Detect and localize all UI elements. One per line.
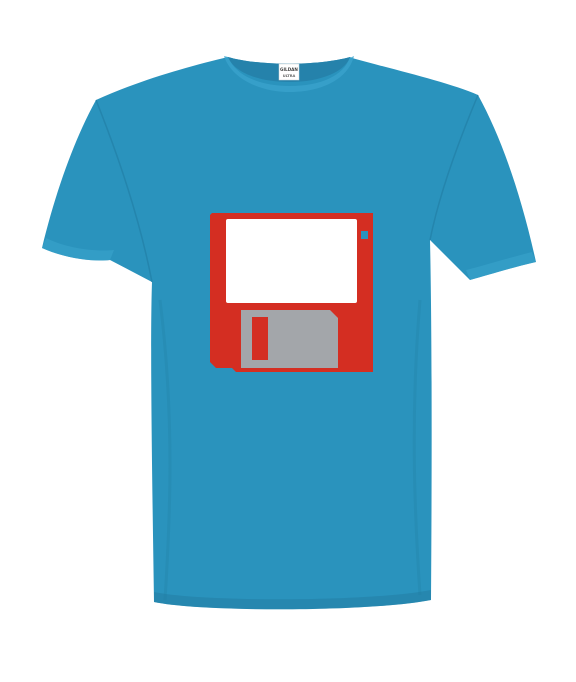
write-protect-notch [361, 231, 368, 239]
floppy-shutter-window [252, 317, 268, 360]
neck-label: GILDAN ULTRA [278, 63, 300, 81]
floppy-disk-icon [210, 213, 373, 372]
neck-label-size: ULTRA [283, 74, 296, 78]
product-image: GILDAN ULTRA [0, 0, 576, 682]
floppy-label [226, 219, 357, 303]
neck-label-brand: GILDAN [280, 67, 298, 72]
